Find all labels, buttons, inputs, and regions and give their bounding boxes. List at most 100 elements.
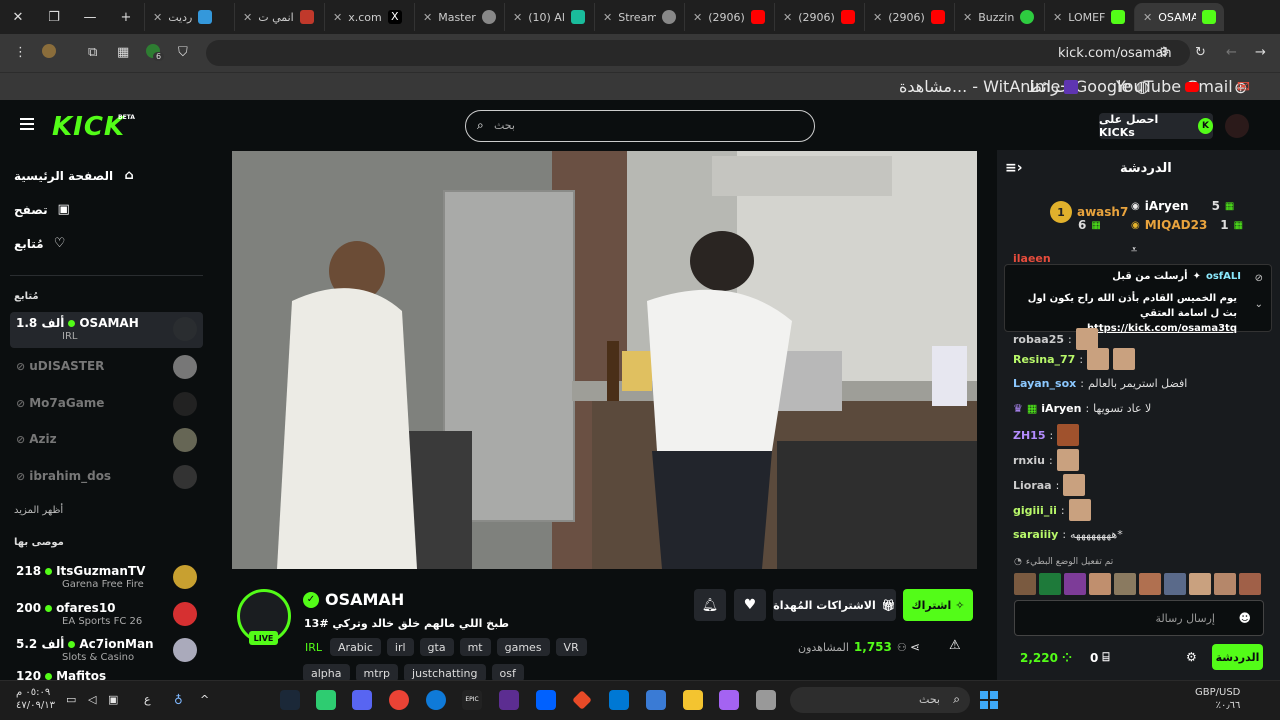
- gifted-subs-button[interactable]: الاشتراكات المُهداة 🎁︎: [773, 589, 896, 621]
- restore-window-icon[interactable]: ❐: [36, 0, 72, 34]
- extensions-icon[interactable]: ⧉: [88, 45, 97, 60]
- close-tab-icon[interactable]: ✕: [423, 11, 432, 24]
- tag-chip[interactable]: games: [496, 638, 550, 656]
- following-channel[interactable]: ⊘ Mo7aGame: [10, 387, 203, 423]
- shield-icon[interactable]: ⛉: [178, 45, 188, 60]
- browser-tab[interactable]: ✕ Master: [414, 3, 504, 31]
- report-warning-icon[interactable]: ⚠: [949, 638, 961, 653]
- app-icon[interactable]: [499, 690, 519, 710]
- bookmark-witanime[interactable]: مشاهدة... - WitAnime: [899, 77, 1079, 96]
- steam-icon[interactable]: [280, 690, 300, 710]
- dropbox-icon[interactable]: [536, 690, 556, 710]
- share-icon[interactable]: ⋖: [910, 640, 920, 654]
- search-input[interactable]: ⌕ بحث: [465, 110, 815, 142]
- minimize-window-icon[interactable]: —: [72, 0, 108, 34]
- url-text[interactable]: kick.com/osamah: [1058, 46, 1172, 61]
- close-tab-icon[interactable]: ✕: [1143, 11, 1152, 24]
- volume-icon[interactable]: ◁: [88, 693, 96, 706]
- forward-icon[interactable]: ←: [1226, 45, 1237, 60]
- back-icon[interactable]: →: [1255, 45, 1266, 60]
- close-tab-icon[interactable]: ✕: [873, 11, 882, 24]
- chevron-down-icon[interactable]: ⌄: [1255, 299, 1263, 310]
- profile-avatar[interactable]: [42, 44, 56, 58]
- extension-icon[interactable]: ▦: [117, 45, 129, 60]
- following-channel-osamah[interactable]: 1.8 ألف OSAMAH IRL: [10, 312, 203, 348]
- tag-chip[interactable]: mt: [459, 638, 491, 656]
- nav-home[interactable]: ⌂ الصفحة الرئيسية: [14, 168, 204, 183]
- kick-logo[interactable]: KICK: [52, 112, 125, 142]
- emoji-icon[interactable]: ☻: [1238, 611, 1251, 625]
- recommended-channel[interactable]: 200 ofares10 EA Sports FC 26: [10, 597, 203, 633]
- currency-widget[interactable]: GBP/USD ٪٠٫٦٦: [1195, 686, 1240, 712]
- browser-tab[interactable]: ✕ (10) Al: [504, 3, 594, 31]
- close-tab-icon[interactable]: ✕: [513, 11, 522, 24]
- browser-tab[interactable]: ✕ (2906): [774, 3, 864, 31]
- file-explorer-icon[interactable]: [683, 690, 703, 710]
- pinned-link[interactable]: https://kick.com/osama3tq: [1087, 323, 1237, 334]
- tag-chip[interactable]: Arabic: [330, 638, 381, 656]
- reload-icon[interactable]: ↻: [1195, 45, 1206, 60]
- epic-games-icon[interactable]: EPIC: [462, 690, 482, 710]
- emote-button[interactable]: [1164, 573, 1186, 595]
- battery-icon[interactable]: ▭: [66, 693, 76, 706]
- chat-settings-icon[interactable]: ⚙: [1186, 650, 1197, 664]
- close-tab-icon[interactable]: ✕: [333, 11, 342, 24]
- close-tab-icon[interactable]: ✕: [963, 11, 972, 24]
- browser-tab[interactable]: ✕ رديت: [144, 3, 234, 31]
- emote-button[interactable]: [1139, 573, 1161, 595]
- get-kicks-button[interactable]: احصل على KICKs K: [1099, 113, 1213, 139]
- store-icon[interactable]: [646, 690, 666, 710]
- user-avatar[interactable]: [1225, 114, 1249, 138]
- network-icon[interactable]: ▣: [108, 693, 118, 706]
- close-tab-icon[interactable]: ✕: [693, 11, 702, 24]
- collapse-chat-icon[interactable]: ≡›: [1005, 160, 1023, 176]
- following-channel[interactable]: ⊘ Aziz: [10, 423, 203, 459]
- browser-tab-active[interactable]: ✕ OSAMA: [1134, 3, 1224, 31]
- chrome-icon[interactable]: [389, 690, 409, 710]
- task-view-icon[interactable]: [756, 690, 776, 710]
- recommended-channel[interactable]: 218 ItsGuzmanTV Garena Free Fire: [10, 560, 203, 596]
- close-tab-icon[interactable]: ✕: [1053, 11, 1062, 24]
- browser-tab[interactable]: ✕ x.com X: [324, 3, 414, 31]
- close-tab-icon[interactable]: ✕: [243, 11, 252, 24]
- close-tab-icon[interactable]: ✕: [603, 11, 612, 24]
- chat-input[interactable]: إرسال رسالة ☻: [1014, 600, 1264, 636]
- emote-button[interactable]: [1189, 573, 1211, 595]
- taskbar-search[interactable]: بحث ⌕: [790, 687, 970, 713]
- hamburger-menu-icon[interactable]: [20, 118, 34, 130]
- discord-icon[interactable]: [352, 690, 372, 710]
- nav-following[interactable]: ♡ مُتابع: [14, 236, 204, 251]
- tag-chip[interactable]: irl: [386, 638, 414, 656]
- emote-button[interactable]: [1114, 573, 1136, 595]
- language-indicator[interactable]: ع: [144, 693, 151, 706]
- tag-chip[interactable]: gta: [419, 638, 454, 656]
- menu-dots-icon[interactable]: ⋮: [14, 45, 27, 60]
- browser-tab[interactable]: ✕ انمي ت: [234, 3, 324, 31]
- recommended-channel[interactable]: 120 Mafitos: [10, 668, 203, 680]
- close-tab-icon[interactable]: ✕: [783, 11, 792, 24]
- new-tab-button[interactable]: +: [108, 0, 144, 34]
- emote-button[interactable]: [1014, 573, 1036, 595]
- microphone-icon[interactable]: ♁: [174, 693, 183, 707]
- emote-button[interactable]: [1039, 573, 1061, 595]
- send-chat-button[interactable]: الدردشة: [1212, 644, 1263, 670]
- windows-start-icon[interactable]: [980, 691, 998, 709]
- expand-leaderboard-icon[interactable]: ⩡: [1131, 243, 1137, 257]
- emote-button[interactable]: [1089, 573, 1111, 595]
- site-settings-icon[interactable]: ⚙: [1158, 45, 1170, 60]
- category-link[interactable]: IRL: [303, 638, 324, 656]
- video-player[interactable]: [232, 151, 977, 569]
- address-bar[interactable]: [206, 40, 1190, 66]
- close-tab-icon[interactable]: ✕: [153, 11, 162, 24]
- copilot-icon[interactable]: [719, 690, 739, 710]
- clock[interactable]: ٠٥:٠٩ م ٤٧/٠٩/١٣: [16, 686, 55, 712]
- show-more-link[interactable]: أظهر المزيد: [14, 505, 63, 516]
- emote-button[interactable]: [1239, 573, 1261, 595]
- streamer-name[interactable]: OSAMAH: [325, 590, 404, 609]
- recommended-channel[interactable]: 5.2 ألف Ac7ionMan Slots & Casino: [10, 633, 203, 669]
- app-icon[interactable]: [316, 690, 336, 710]
- tag-chip[interactable]: VR: [555, 638, 587, 656]
- emote-button[interactable]: [1214, 573, 1236, 595]
- browser-tab[interactable]: ✕ LOMEF: [1044, 3, 1134, 31]
- hide-pinned-icon[interactable]: ⊘: [1255, 273, 1263, 284]
